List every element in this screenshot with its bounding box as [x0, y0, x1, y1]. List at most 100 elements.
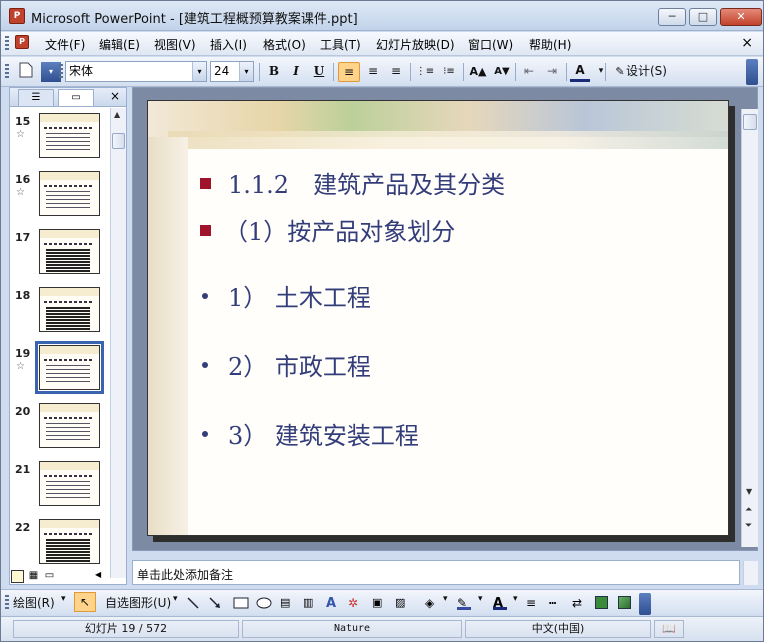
toolbar-options-icon[interactable]: [639, 593, 651, 615]
slide-thumbnail-16[interactable]: 16 ☆: [10, 171, 110, 221]
slide-editor[interactable]: 1.1.2 建筑产品及其分类 （1）按产品对象划分 1） 土木工程 2） 市政工…: [132, 87, 758, 551]
notes-pane[interactable]: 单击此处添加备注: [132, 560, 740, 585]
italic-button[interactable]: I: [286, 62, 306, 82]
document-close-icon[interactable]: ×: [741, 35, 753, 51]
normal-view-icon[interactable]: [11, 570, 24, 583]
chevron-down-icon[interactable]: ▾: [443, 594, 448, 604]
menu-help[interactable]: 帮助(H): [529, 36, 571, 53]
slide-preview[interactable]: [39, 171, 100, 216]
current-slide[interactable]: 1.1.2 建筑产品及其分类 （1）按产品对象划分 1） 土木工程 2） 市政工…: [147, 100, 729, 536]
new-document-icon[interactable]: [15, 62, 37, 82]
editor-scrollbar[interactable]: ▼ ⏶ ⏷: [741, 109, 758, 547]
increase-indent-button[interactable]: ⇥: [542, 62, 562, 82]
maximize-button[interactable]: □: [689, 8, 717, 26]
tab-outline[interactable]: ☰: [18, 89, 54, 106]
shadow-style-icon[interactable]: [595, 596, 608, 609]
menu-slideshow[interactable]: 幻灯片放映(D): [376, 36, 455, 53]
font-color-icon[interactable]: A: [493, 596, 507, 611]
fill-color-icon[interactable]: ◈: [425, 596, 439, 610]
dash-style-icon[interactable]: ┅: [549, 596, 563, 610]
menu-format[interactable]: 格式(O): [263, 36, 306, 53]
slide-sorter-icon[interactable]: ▦: [27, 570, 40, 583]
slide-thumbnail-20[interactable]: 20: [10, 403, 110, 453]
chevron-down-icon[interactable]: ▾: [173, 594, 178, 604]
notes-scrollbar[interactable]: [743, 561, 758, 585]
chevron-down-icon[interactable]: ▾: [192, 62, 206, 81]
slide-thumbnail-21[interactable]: 21: [10, 461, 110, 511]
chevron-down-icon[interactable]: ▾: [478, 594, 483, 604]
previous-slide-icon[interactable]: ⏶: [745, 505, 752, 515]
numbering-button[interactable]: ⋮≡: [414, 62, 436, 82]
scroll-up-icon[interactable]: ▲: [114, 110, 120, 119]
line-style-icon[interactable]: ≡: [526, 596, 540, 610]
slide-preview[interactable]: [39, 519, 100, 564]
slide-preview[interactable]: [39, 229, 100, 274]
panel-close-icon[interactable]: ×: [110, 89, 120, 103]
close-button[interactable]: ✕: [720, 8, 762, 26]
toolbar-grip[interactable]: [59, 64, 63, 80]
arrow-icon[interactable]: [208, 596, 222, 610]
line-icon[interactable]: [186, 596, 200, 610]
bold-button[interactable]: B: [264, 62, 284, 82]
design-template-status[interactable]: Nature: [242, 620, 462, 638]
toolbar-options-icon[interactable]: [746, 59, 758, 85]
slide-item-installation[interactable]: 3） 建筑安装工程: [228, 416, 419, 451]
next-slide-icon[interactable]: ⏷: [745, 521, 752, 531]
slide-subheading[interactable]: （1）按产品对象划分: [224, 212, 455, 247]
wordart-icon[interactable]: A: [326, 596, 340, 611]
vertical-textbox-icon[interactable]: ▥: [303, 596, 317, 610]
font-name-combo[interactable]: 宋体 ▾: [65, 61, 207, 82]
diagram-icon[interactable]: ✲: [348, 596, 362, 610]
rectangle-icon[interactable]: [233, 596, 249, 610]
language-status[interactable]: 中文(中国): [465, 620, 651, 638]
arrow-style-icon[interactable]: ⇄: [572, 596, 586, 610]
scrollbar-thumb[interactable]: [743, 114, 757, 130]
clipart-icon[interactable]: ▣: [372, 596, 386, 610]
slide-thumbnail-17[interactable]: 17: [10, 229, 110, 279]
toolbar-grip[interactable]: [5, 36, 9, 52]
scrollbar-thumb[interactable]: [112, 133, 125, 149]
decrease-font-button[interactable]: A▼: [491, 62, 513, 82]
scroll-left-icon[interactable]: ◀: [95, 570, 101, 579]
slide-item-municipal[interactable]: 2） 市政工程: [228, 347, 371, 382]
oval-icon[interactable]: [256, 596, 272, 610]
decrease-indent-button[interactable]: ⇤: [519, 62, 539, 82]
tab-slides[interactable]: ▭: [58, 89, 94, 106]
chevron-down-icon[interactable]: ▾: [239, 62, 253, 81]
increase-font-button[interactable]: A▲: [467, 62, 489, 82]
slide-preview[interactable]: [39, 287, 100, 332]
font-size-combo[interactable]: 24 ▾: [210, 61, 254, 82]
chevron-down-icon[interactable]: ▾: [513, 594, 518, 604]
spelling-icon[interactable]: 📖: [654, 620, 684, 638]
menu-view[interactable]: 视图(V): [154, 36, 196, 53]
slide-preview[interactable]: [39, 403, 100, 448]
notes-placeholder[interactable]: 单击此处添加备注: [137, 566, 233, 583]
select-objects-icon[interactable]: ↖: [74, 592, 96, 612]
align-left-button[interactable]: ≡: [338, 62, 360, 82]
design-button[interactable]: 设计(S): [626, 62, 667, 82]
menu-window[interactable]: 窗口(W): [468, 36, 513, 53]
bullets-button[interactable]: ⁝≡: [438, 62, 460, 82]
menu-insert[interactable]: 插入(I): [210, 36, 247, 53]
slide-preview[interactable]: [39, 113, 100, 158]
toolbar-grip[interactable]: [5, 64, 9, 80]
picture-icon[interactable]: ▨: [395, 596, 409, 610]
slideshow-icon[interactable]: ▭: [43, 570, 56, 583]
line-color-icon[interactable]: ✎: [457, 596, 471, 610]
slide-thumbnail-22[interactable]: 22: [10, 519, 110, 569]
doc-icon[interactable]: P: [15, 35, 29, 49]
slide-item-civil[interactable]: 1） 土木工程: [228, 278, 371, 313]
3d-style-icon[interactable]: [618, 596, 631, 609]
align-center-button[interactable]: ≡: [363, 62, 383, 82]
slide-thumbnail-18[interactable]: 18: [10, 287, 110, 337]
slide-heading[interactable]: 1.1.2 建筑产品及其分类: [228, 165, 505, 200]
chevron-down-icon[interactable]: ▾: [591, 62, 611, 82]
autoshapes-button[interactable]: 自选图形(U): [105, 594, 171, 611]
powerpoint-icon[interactable]: P: [9, 8, 25, 24]
draw-menu-button[interactable]: 绘图(R): [13, 594, 55, 611]
textbox-icon[interactable]: ▤: [280, 596, 294, 610]
slide-thumbnail-19[interactable]: 19 ☆: [10, 341, 110, 395]
underline-button[interactable]: U: [309, 62, 329, 82]
menu-edit[interactable]: 编辑(E): [99, 36, 140, 53]
menu-tools[interactable]: 工具(T): [320, 36, 361, 53]
